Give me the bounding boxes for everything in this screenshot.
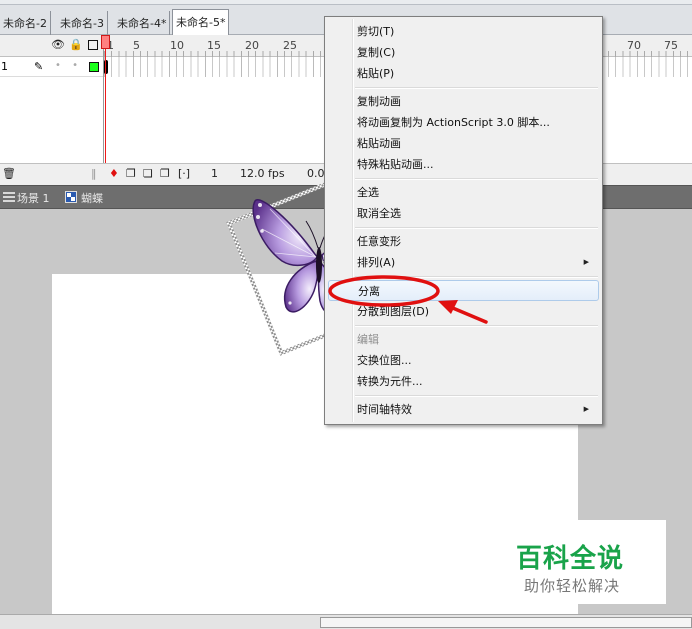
menu-separator [355,227,598,229]
menu-item-paste-motion[interactable]: 粘贴动画 [328,133,599,154]
tab-untitled-3[interactable]: 未命名-3 [57,11,108,35]
scene-icon [3,192,15,202]
onion-skin-icon[interactable]: ❐ [126,167,136,180]
menu-item-swap-bitmap[interactable]: 交换位图... [328,350,599,371]
menu-item-copy[interactable]: 复制(C) [328,42,599,63]
breadcrumb-scene[interactable]: 场景 1 [17,190,50,206]
onion-outline-icon[interactable]: ❏ [143,167,153,180]
menu-item-timeline-effects-label: 时间轴特效 [357,403,412,416]
menu-item-distribute-to-layers[interactable]: 分散到图层(D) [328,301,599,322]
menu-item-break-apart[interactable]: 分离 [328,280,599,301]
scrollbar-thumb[interactable] [320,617,692,628]
watermark-subtitle: 助你轻松解决 [524,577,621,595]
menu-separator [355,325,598,327]
context-menu: 剪切(T) 复制(C) 粘贴(P) 复制动画 将动画复制为 ActionScri… [324,16,603,425]
menu-item-edit: 编辑 [357,333,379,346]
watermark: 百科全说 助你轻松解决 [506,520,666,604]
menu-item-free-transform[interactable]: 任意变形 [328,231,599,252]
menu-item-timeline-effects[interactable]: 时间轴特效 ▶ [328,399,599,420]
horizontal-scrollbar[interactable] [0,614,692,629]
tab-untitled-5[interactable]: 未命名-5* [172,9,230,36]
tab-untitled-2[interactable]: 未命名-2 [0,11,51,35]
scroll-handle-icon[interactable]: ‖ [91,167,97,180]
menu-item-copy-motion[interactable]: 复制动画 [328,91,599,112]
menu-item-arrange[interactable]: 排列(A) ▶ [328,252,599,273]
watermark-title: 百科全说 [516,544,625,574]
menu-item-cut[interactable]: 剪切(T) [328,21,599,42]
menu-item-select-all[interactable]: 全选 [328,182,599,203]
symbol-icon [65,191,77,203]
menu-item-deselect-all[interactable]: 取消全选 [328,203,599,224]
menu-item-arrange-label: 排列(A) [357,256,396,269]
onion-markers-icon[interactable]: [·] [178,167,190,180]
menu-item-convert-to-symbol[interactable]: 转换为元件... [328,371,599,392]
playhead[interactable] [101,35,110,49]
center-frame-icon[interactable]: ♦ [109,167,119,180]
menu-separator [355,276,598,278]
menu-item-copy-motion-as3[interactable]: 将动画复制为 ActionScript 3.0 脚本... [328,112,599,133]
submenu-arrow-icon: ▶ [583,405,589,413]
submenu-arrow-icon: ▶ [583,258,589,266]
current-frame: 1 [211,167,218,180]
menu-item-paste[interactable]: 粘贴(P) [328,63,599,84]
menu-separator [355,87,598,89]
menu-separator [355,178,598,180]
menu-item-paste-special[interactable]: 特殊粘贴动画... [328,154,599,175]
menu-separator [355,395,598,397]
tab-untitled-4[interactable]: 未命名-4* [114,11,171,35]
edit-multiple-icon[interactable]: ❐ [160,167,170,180]
breadcrumb-symbol[interactable]: 蝴蝶 [81,190,103,206]
trash-icon[interactable]: 🗑 [2,167,16,180]
